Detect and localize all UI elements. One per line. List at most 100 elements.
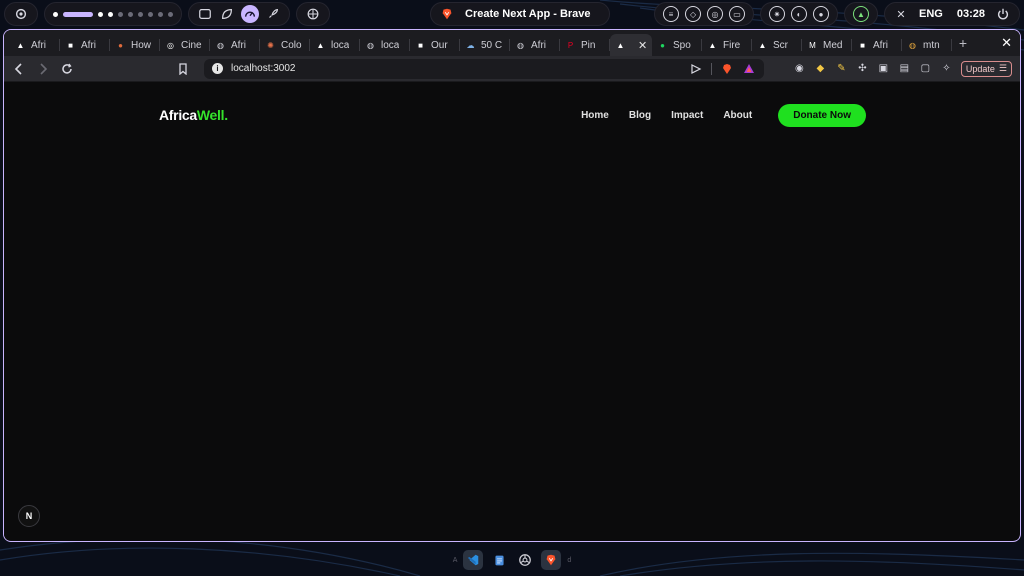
nav-link-about[interactable]: About bbox=[723, 110, 752, 121]
globe-icon: ◍ bbox=[367, 40, 374, 50]
tab-label: Pin bbox=[581, 39, 596, 51]
logo-accent-text: Well. bbox=[196, 107, 228, 123]
forward-icon[interactable] bbox=[36, 62, 50, 76]
reload-icon[interactable] bbox=[60, 62, 74, 76]
screenshot-icon[interactable]: ▣ bbox=[877, 62, 890, 75]
microphone-icon[interactable]: ● bbox=[813, 6, 830, 22]
workspace-dot[interactable] bbox=[128, 11, 133, 17]
workspace-dot[interactable] bbox=[138, 11, 143, 17]
back-icon[interactable] bbox=[12, 62, 26, 76]
camera-icon: ◎ bbox=[167, 40, 174, 50]
brave-icon bbox=[439, 6, 455, 22]
address-bar[interactable]: i localhost:3002 bbox=[204, 58, 764, 79]
brightness-icon[interactable]: ✷ bbox=[769, 6, 786, 22]
brave-icon[interactable] bbox=[541, 550, 562, 570]
extensions-icon[interactable]: ✣ bbox=[856, 62, 869, 75]
workspace-dot[interactable] bbox=[158, 11, 163, 17]
vscode-icon[interactable] bbox=[463, 550, 484, 570]
network-icon[interactable] bbox=[305, 6, 321, 22]
browser-tab[interactable]: ■ Our bbox=[410, 34, 460, 56]
system-top-bar: Create Next App - Brave ≡ ◇ ◎ ▭ ✷ ◐ ● ▲ … bbox=[0, 0, 1024, 28]
browser-tab[interactable]: ▲C✕ bbox=[610, 34, 652, 56]
tab-label: Cine bbox=[181, 39, 202, 51]
web-page: AfricaWell. Home Blog Impact About Donat… bbox=[4, 82, 1019, 540]
clock[interactable]: 03:28 bbox=[953, 8, 989, 20]
camera-icon[interactable]: ◎ bbox=[707, 6, 724, 22]
leaf-icon[interactable] bbox=[219, 6, 235, 22]
gear-icon[interactable] bbox=[13, 6, 29, 22]
workspace-dot[interactable] bbox=[53, 11, 58, 17]
tab-label: Afri bbox=[873, 39, 888, 51]
keyboard-language[interactable]: ENG bbox=[915, 8, 947, 20]
share-icon[interactable] bbox=[689, 62, 703, 76]
browser-tab[interactable]: ▲ Scr bbox=[752, 34, 802, 56]
volume-icon[interactable]: ◐ bbox=[791, 6, 808, 22]
browser-tab[interactable]: ◍ loca bbox=[360, 34, 410, 56]
rocket-icon[interactable] bbox=[265, 6, 281, 22]
close-window-icon[interactable]: ✕ bbox=[1001, 35, 1012, 51]
workspace-dot[interactable] bbox=[148, 11, 153, 17]
browser-tab[interactable]: ◍ Afri bbox=[210, 34, 260, 56]
medium-icon: M bbox=[809, 40, 816, 50]
cube-icon[interactable]: ◇ bbox=[685, 6, 702, 22]
workspace-dot[interactable] bbox=[168, 11, 173, 17]
tab-label: Afri bbox=[531, 39, 546, 51]
gauge-icon[interactable] bbox=[241, 5, 259, 23]
window-icon[interactable] bbox=[197, 6, 213, 22]
workspace-active-indicator[interactable] bbox=[63, 11, 93, 17]
chromium-icon[interactable] bbox=[515, 550, 535, 570]
brave-shields-icon[interactable] bbox=[720, 62, 734, 76]
nav-link-impact[interactable]: Impact bbox=[671, 110, 703, 121]
browser-tab[interactable]: ◎ Cine bbox=[160, 34, 210, 56]
color-picker-icon[interactable]: ✎ bbox=[835, 62, 848, 75]
text-editor-icon[interactable] bbox=[489, 550, 509, 570]
new-tab-button[interactable]: + bbox=[952, 35, 974, 51]
browser-tab[interactable]: ◍ Afri bbox=[510, 34, 560, 56]
site-header: AfricaWell. Home Blog Impact About Donat… bbox=[159, 103, 866, 127]
window-title-text: Create Next App - Brave bbox=[465, 8, 591, 20]
wallet-icon[interactable]: ▢ bbox=[919, 62, 932, 75]
browser-tab[interactable]: ▲ Afri bbox=[10, 34, 60, 56]
site-logo[interactable]: AfricaWell. bbox=[159, 107, 228, 123]
browser-tab[interactable]: ▲ loca bbox=[310, 34, 360, 56]
tools-icon[interactable]: ✕ bbox=[893, 6, 909, 22]
storage-icon[interactable]: ≡ bbox=[663, 6, 680, 22]
password-manager-icon[interactable]: ◆ bbox=[814, 62, 827, 75]
nav-link-home[interactable]: Home bbox=[581, 110, 609, 121]
browser-tab[interactable]: ■ Afri bbox=[60, 34, 110, 56]
bookmark-icon[interactable] bbox=[176, 62, 190, 76]
browser-tab[interactable]: ● Spo bbox=[652, 34, 702, 56]
workspace-dot[interactable] bbox=[118, 11, 123, 17]
browser-tab[interactable]: ◍ mtn bbox=[902, 34, 952, 56]
browser-tab[interactable]: ● How bbox=[110, 34, 160, 56]
browser-tab[interactable]: P Pin bbox=[560, 34, 610, 56]
browser-tab[interactable]: ✺ Colo bbox=[260, 34, 310, 56]
workspace-dot[interactable] bbox=[108, 11, 113, 17]
power-icon[interactable] bbox=[995, 6, 1011, 22]
donate-now-button[interactable]: Donate Now bbox=[778, 103, 866, 127]
browser-tab[interactable]: ☁ 50 C bbox=[460, 34, 510, 56]
site-info-icon[interactable]: i bbox=[212, 63, 223, 74]
browser-tab[interactable]: M Med bbox=[802, 34, 852, 56]
clock-pill: ✕ ENG 03:28 bbox=[884, 2, 1020, 26]
sidebar-icon[interactable]: ▤ bbox=[898, 62, 911, 75]
tab-label: loca bbox=[381, 39, 400, 51]
battery-icon[interactable]: ▲ bbox=[853, 6, 870, 22]
url-text[interactable]: localhost:3002 bbox=[231, 63, 681, 74]
globe-icon: ◍ bbox=[517, 40, 524, 50]
nav-link-blog[interactable]: Blog bbox=[629, 110, 651, 121]
workspace-dot[interactable] bbox=[98, 11, 103, 17]
logo-main-text: Africa bbox=[159, 107, 197, 123]
screen-record-icon[interactable]: ▭ bbox=[729, 6, 746, 22]
update-button[interactable]: Update ☰ bbox=[960, 60, 1012, 77]
leo-ai-icon[interactable]: ✧ bbox=[940, 62, 953, 75]
browser-tab[interactable]: ▲ Fire bbox=[702, 34, 752, 56]
launcher-pill bbox=[4, 2, 38, 26]
tab-label: Afri bbox=[81, 39, 96, 51]
cloud-icon: ☁ bbox=[466, 40, 475, 50]
nextjs-dev-badge[interactable]: N bbox=[18, 505, 40, 527]
close-tab-icon[interactable]: ✕ bbox=[638, 39, 647, 52]
record-icon[interactable]: ◉ bbox=[793, 62, 806, 75]
browser-tab[interactable]: ■ Afri bbox=[852, 34, 902, 56]
brave-rewards-icon[interactable] bbox=[742, 62, 756, 76]
